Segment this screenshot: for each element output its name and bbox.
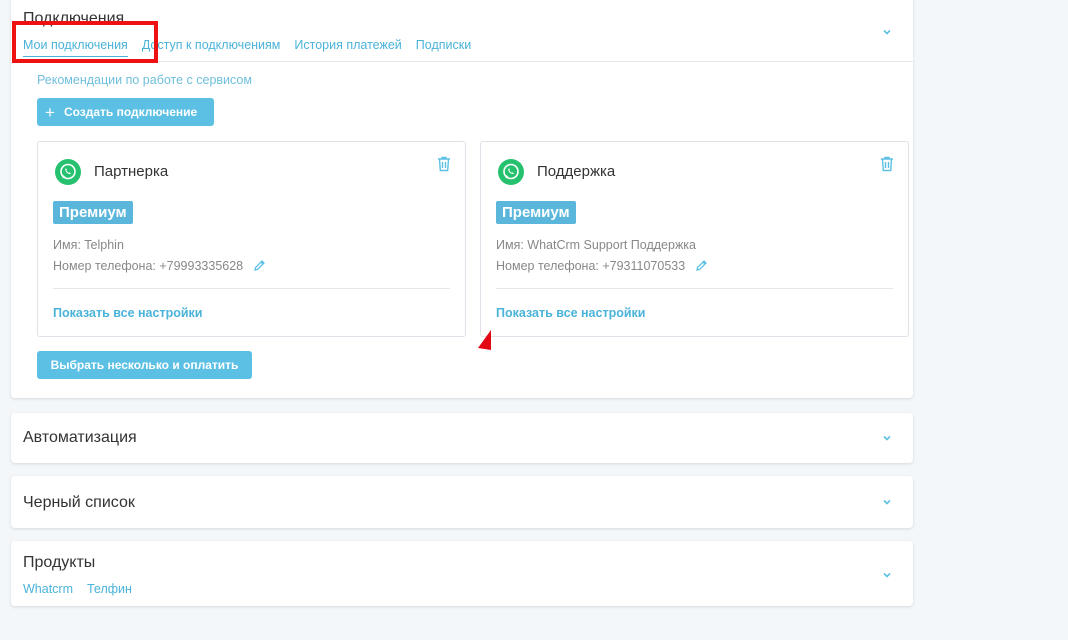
connection-name: Поддержка <box>537 163 616 180</box>
tab-connection-access[interactable]: Доступ к подключениям <box>142 38 281 57</box>
card-divider <box>496 288 893 289</box>
show-settings-link[interactable]: Показать все настройки <box>496 306 645 320</box>
premium-badge: Премиум <box>53 201 133 224</box>
blacklist-title: Черный список <box>23 494 135 511</box>
products-panel: Продукты Whatcrm Телфин <box>11 541 913 606</box>
chevron-down-icon[interactable] <box>881 569 893 581</box>
connection-card: Поддержка Премиум Имя: WhatCrm Support П… <box>480 141 909 337</box>
tab-payment-history[interactable]: История платежей <box>294 38 401 57</box>
show-settings-link[interactable]: Показать все настройки <box>53 306 202 320</box>
connection-card: Партнерка Премиум Имя: Telphin Номер тел… <box>37 141 466 337</box>
pencil-icon[interactable] <box>253 259 266 272</box>
connection-name: Партнерка <box>94 163 169 180</box>
create-connection-button[interactable]: + Создать подключение <box>37 98 214 126</box>
connection-phone-row: Номер телефона: +79311070533 <box>496 259 708 273</box>
automation-panel[interactable]: Автоматизация <box>11 413 913 463</box>
products-title: Продукты <box>23 554 96 571</box>
create-connection-label: Создать подключение <box>63 105 198 119</box>
select-and-pay-button[interactable]: Выбрать несколько и оплатить <box>37 351 252 379</box>
connection-user-name: Имя: Telphin <box>53 238 124 252</box>
plus-icon: + <box>45 102 55 122</box>
product-link-telfin[interactable]: Телфин <box>87 582 132 596</box>
product-link-whatcrm[interactable]: Whatcrm <box>23 582 73 596</box>
whatsapp-icon <box>55 159 81 185</box>
premium-badge: Премиум <box>496 201 576 224</box>
connection-phone: Номер телефона: +79311070533 <box>496 259 686 273</box>
whatsapp-icon <box>498 159 524 185</box>
products-links: Whatcrm Телфин <box>23 582 146 596</box>
trash-icon[interactable] <box>437 156 451 172</box>
connections-panel: Подключения Мои подключения Доступ к под… <box>11 0 913 398</box>
chevron-down-icon[interactable] <box>881 496 893 508</box>
chevron-down-icon[interactable] <box>881 432 893 444</box>
card-divider <box>53 288 450 289</box>
tab-subscriptions[interactable]: Подписки <box>416 38 471 57</box>
pencil-icon[interactable] <box>695 259 708 272</box>
connection-user-name: Имя: WhatCrm Support Поддержка <box>496 238 697 252</box>
automation-title: Автоматизация <box>23 429 137 446</box>
highlight-box <box>12 21 158 63</box>
blacklist-panel[interactable]: Черный список <box>11 476 913 528</box>
connection-phone-row: Номер телефона: +79993335628 <box>53 259 266 273</box>
connection-phone: Номер телефона: +79993335628 <box>53 259 244 273</box>
recommendations-link[interactable]: Рекомендации по работе с сервисом <box>37 73 252 87</box>
chevron-down-icon[interactable] <box>881 26 893 38</box>
red-pointer-arrow <box>478 330 491 350</box>
trash-icon[interactable] <box>880 156 894 172</box>
